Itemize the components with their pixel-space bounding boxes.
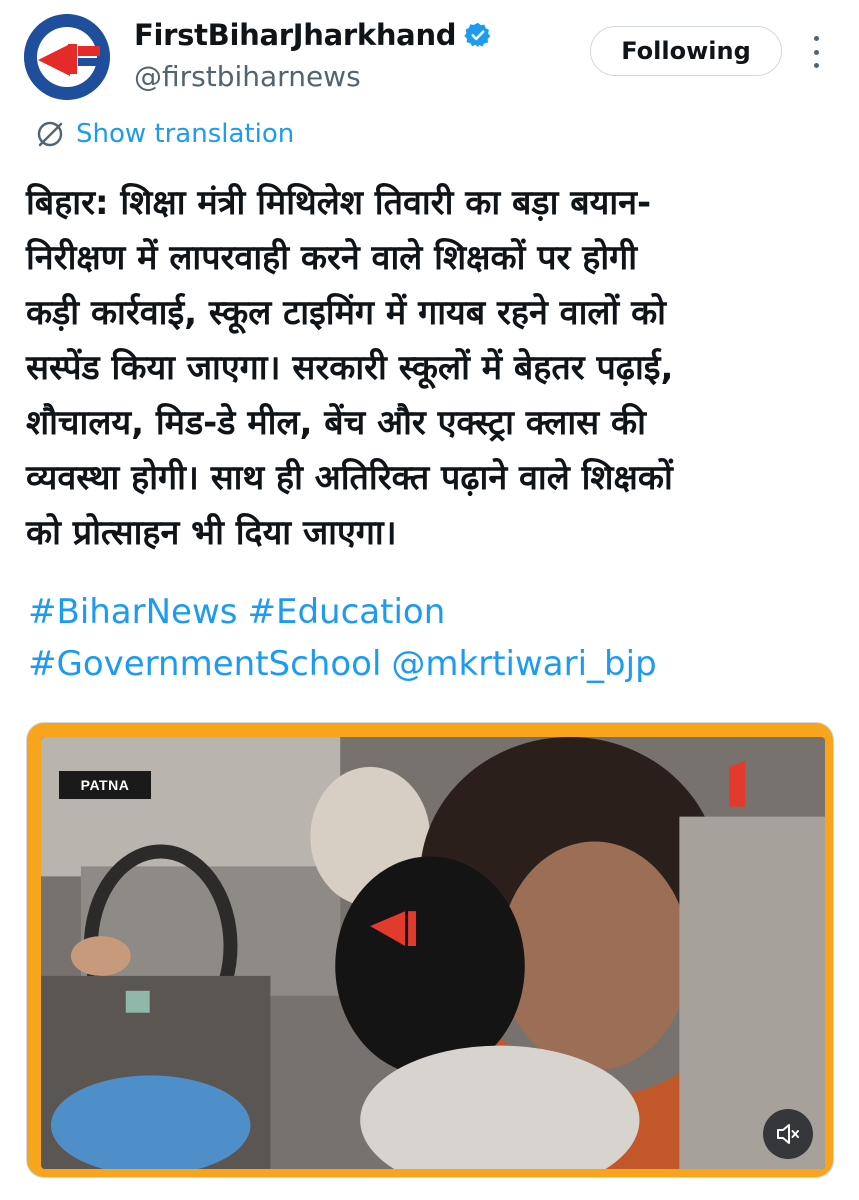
following-button[interactable]: Following [590,26,782,76]
mention-link[interactable]: @mkrtiwari_bjp [391,644,656,684]
channel-logo-icon [24,14,110,100]
more-options-icon[interactable] [804,36,828,68]
hashtag-government-school[interactable]: #GovernmentSchool [28,644,381,684]
user-handle[interactable]: @firstbiharnews [134,60,361,93]
hashtag-bihar-news[interactable]: #BiharNews [28,592,238,632]
verified-badge-icon [464,21,492,49]
speaker-muted-icon [777,1124,799,1144]
tweet-line: शौचालय, मिड-डे मील, बेंच और एक्स्ट्रा क्… [26,403,646,443]
video-still [41,737,825,1169]
show-translation-link[interactable]: Show translation [34,118,294,150]
tweet-line: को प्रोत्साहन भी दिया जाएगा। [26,513,397,553]
tweet-header: FirstBiharJharkhand @firstbiharnews Foll… [24,14,844,104]
avatar[interactable] [24,14,110,100]
tweet-line: व्यवस्था होगी। साथ ही अतिरिक्त पढ़ाने वा… [26,458,673,498]
show-translation-label: Show translation [76,119,295,149]
name-row: FirstBiharJharkhand [134,18,492,52]
tweet-line: बिहार: शिक्षा मंत्री मिथिलेश तिवारी का ब… [26,183,652,223]
tweet-line: सस्पेंड किया जाएगा। सरकारी स्कूलों में ब… [26,348,674,388]
video-frame: PATNA [41,737,825,1169]
tweet-line: कड़ी कार्रवाई, स्कूल टाइमिंग में गायब रह… [26,293,666,333]
location-badge: PATNA [59,771,151,799]
tweet-line: निरीक्षण में लापरवाही करने वाले शिक्षकों… [26,238,638,278]
display-name[interactable]: FirstBiharJharkhand [134,18,457,52]
translate-icon [37,121,63,147]
tweet-body: बिहार: शिक्षा मंत्री मिथिलेश तिवारी का ब… [26,176,826,561]
hashtag-education[interactable]: #Education [248,592,446,632]
tweet-hashtags: #BiharNews #Education #GovernmentSchool @m… [28,586,828,690]
mute-toggle-button[interactable] [763,1109,813,1159]
video-player[interactable]: PATNA [26,722,834,1178]
